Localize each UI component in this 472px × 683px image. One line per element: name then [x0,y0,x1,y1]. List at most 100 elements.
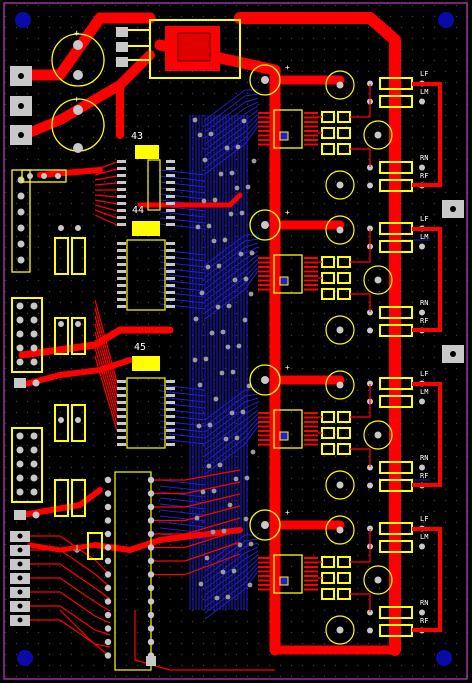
via [224,145,230,151]
ic-pin [166,291,175,294]
dip-pin [104,584,112,592]
channel-label-bottom-1: RN [420,454,428,462]
u45-label: 45 [134,342,146,353]
io-pin-hole [17,561,23,567]
ic-pin [166,181,175,184]
dip-pin [147,544,155,551]
via [196,423,202,429]
driver-pin [258,416,272,419]
via [233,476,239,482]
channel-label-mid: LM [420,388,428,396]
driver-pin [304,421,318,423]
cap-plus-label-2: + [74,95,80,105]
driver-pin [258,288,272,291]
dip-pin [147,611,155,619]
via [251,158,257,164]
cap-pad [374,131,382,139]
ic-pin [117,249,126,252]
header-pad [30,446,38,454]
via [206,463,212,469]
via [200,489,206,495]
cap-pad [336,81,344,89]
ic-pin [117,394,126,397]
ic-pin [117,209,126,212]
driver-pin [258,443,272,446]
driver-ic-thermal-pad [279,276,289,286]
header-pad [17,192,25,200]
pcb-layout: + + 43 44 45 ⏚ LF LM RN RF + LF LM RN RF… [0,0,472,683]
ic-pin [117,202,126,205]
channel-label-bottom-2: RF [420,172,428,180]
dip-pin [104,517,112,524]
driver-pin [304,134,318,137]
resistor-pad [367,627,373,634]
cap-pad [336,526,344,534]
channel-label-mid: LM [420,88,428,96]
dip-pin [147,638,155,646]
via [250,449,256,455]
via [197,382,203,388]
ic-pin [166,188,175,191]
via [213,396,219,402]
dip-pin [104,544,112,551]
ic-pin [166,380,175,383]
via [219,370,225,376]
via [192,117,198,123]
ic-pin [166,284,175,287]
ic-pin [166,422,175,425]
via [206,223,212,229]
via [235,144,241,150]
capacitor-pad [261,376,269,384]
capacitor-plus-label: + [285,63,290,72]
resistor-pad [75,225,81,231]
driver-pin [258,121,272,123]
dip-pin [147,571,155,578]
ic-pin [166,277,175,280]
io-pin-hole [17,547,23,553]
driver-pin [304,279,318,282]
driver-pin [304,430,318,432]
ic-pin [117,422,126,425]
via [220,329,226,335]
resistor-pad [75,417,81,423]
ic-pin [117,277,126,280]
resistor-pad [367,182,373,189]
header-pad [16,330,24,338]
ic-pin [117,195,126,198]
driver-pin [304,112,318,114]
ic-pin [117,380,126,383]
resistor-pad [419,398,425,405]
output-pad-hole [450,351,456,357]
via [229,170,235,176]
io-pin-hole [17,533,23,539]
header-pad [30,316,38,324]
driver-pin [258,275,272,277]
channel-label-top: LF [420,70,428,78]
via [221,528,227,534]
channel-label-top: LF [420,370,428,378]
ic-pin [166,387,175,390]
cap-pad [374,576,382,584]
io-pin-hole [17,575,23,581]
ic-pin [166,216,175,219]
ic-pin [166,298,175,301]
via [210,529,216,535]
header-pad [17,224,25,232]
dip-pin [147,557,155,565]
driver-pin [304,584,318,586]
via [204,555,210,561]
ic-pin [117,188,126,191]
via [211,488,217,494]
cap-pad [374,431,382,439]
driver-pin [304,270,318,273]
ic-pin [166,195,175,198]
ic-pin [117,216,126,219]
channel-label-bottom-1: RN [420,299,428,307]
header-pad [16,460,24,468]
via [231,568,237,574]
via [217,462,223,468]
header-pad [30,302,38,310]
header-pad [32,379,40,387]
driver-pin [304,575,318,577]
channel-label-bottom-2: RF [420,472,428,480]
